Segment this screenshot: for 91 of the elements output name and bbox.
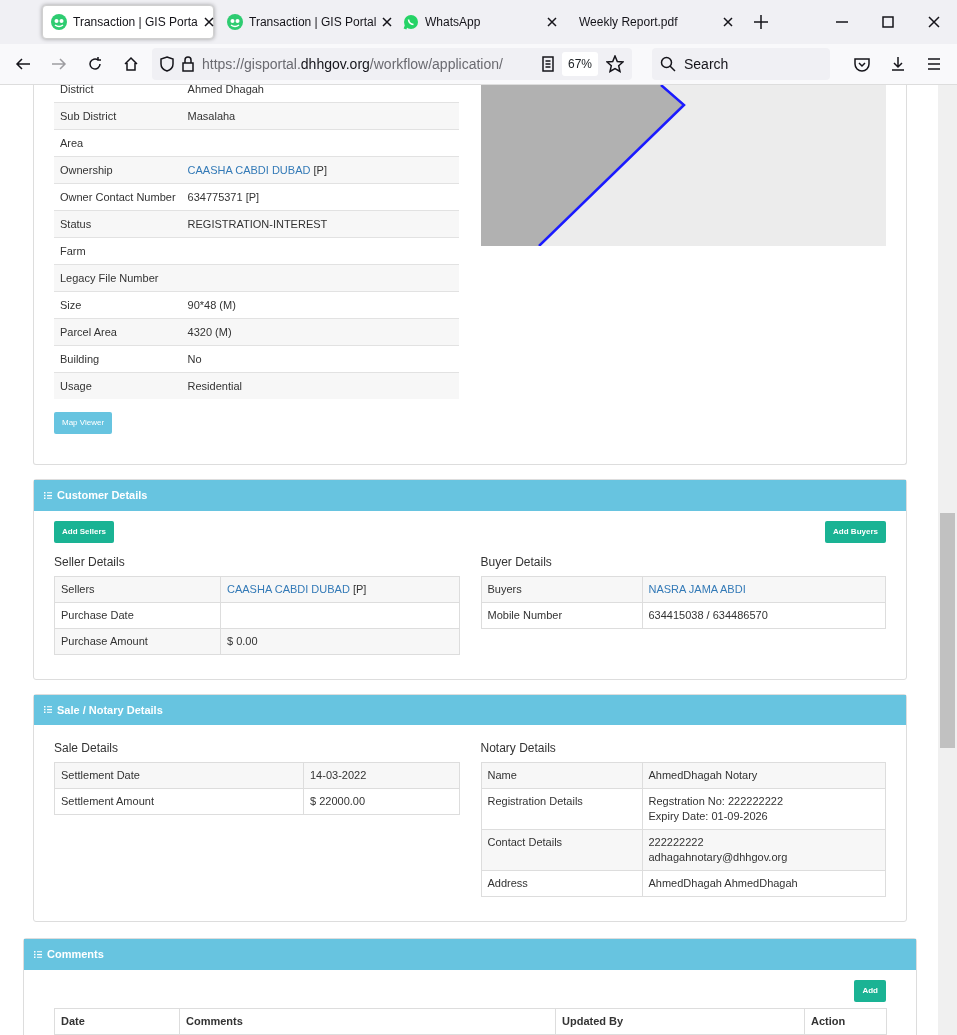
column-header: Action: [811, 1014, 846, 1027]
cell-text: Regstration No: 222222222: [648, 794, 785, 809]
download-icon[interactable]: [890, 56, 906, 72]
chat-icon: [403, 14, 419, 30]
logo-icon: [227, 14, 243, 30]
cell-label: Name: [487, 769, 517, 781]
close-icon[interactable]: [928, 16, 940, 28]
cell-label: Owner Contact Number: [60, 191, 176, 203]
cell-text: No: [187, 353, 202, 365]
column-header: Date: [61, 1014, 85, 1027]
back-icon[interactable]: [15, 56, 31, 72]
cell-label: Purchase Date: [61, 608, 134, 621]
cell-text: adhagahnotary@dhhgov.org: [648, 850, 789, 865]
close-icon[interactable]: [723, 17, 733, 27]
cell-label: Ownership: [60, 164, 113, 176]
maximize-icon[interactable]: [882, 16, 894, 28]
panel-title: Customer Details: [57, 488, 148, 503]
cell-label: Size: [60, 299, 82, 311]
cell-text: Masalaha: [187, 110, 236, 122]
cell-text: 4320 (M): [187, 326, 232, 338]
cell-label: Status: [60, 218, 92, 230]
zoom-level[interactable]: 67%: [561, 52, 598, 76]
search-icon: [660, 56, 676, 72]
cell-label: Address: [487, 877, 528, 889]
cell-label: Area: [60, 137, 84, 149]
cell-label: Registration Details: [487, 795, 583, 807]
cell-label: Sub District: [60, 110, 117, 122]
pocket-icon[interactable]: [854, 56, 870, 72]
search-field[interactable]: Search: [652, 48, 830, 80]
cell-text: Residential: [187, 380, 242, 392]
cell-text: [P]: [352, 582, 367, 595]
lock-icon: [182, 56, 194, 72]
panel-title: Sale / Notary Details: [57, 702, 163, 718]
browser-tab[interactable]: Transaction | GIS Portal: [218, 5, 390, 39]
reload-icon[interactable]: [87, 56, 103, 72]
cell-text: 90*48 (M): [187, 299, 236, 311]
home-icon[interactable]: [123, 56, 139, 72]
cell-text: AhmedDhagah Notary: [648, 768, 759, 783]
scrollbar-thumb[interactable]: [940, 513, 955, 748]
link[interactable]: CAASHA CABDI DUBAD: [227, 582, 350, 595]
cell-label: Sellers: [61, 582, 95, 595]
cell-label: Contact Details: [487, 836, 563, 848]
browser-tab[interactable]: Weekly Report.pdf: [570, 5, 742, 39]
close-icon[interactable]: [547, 17, 557, 27]
cell-text: 634415038 / 634486570: [648, 608, 768, 621]
section-heading: Sale Details: [54, 740, 120, 757]
cell-label: Buyers: [487, 582, 522, 595]
cell-label: Building: [60, 353, 100, 365]
url-text: https://gisportal.dhhgov.org/workflow/application/: [202, 54, 504, 74]
cell-label: Parcel Area: [60, 326, 117, 338]
cell-text: AhmedDhagah AhmedDhagah: [648, 876, 799, 891]
close-icon[interactable]: [203, 17, 214, 27]
browser-tab[interactable]: WhatsApp: [394, 5, 566, 39]
cell-text: 634775371 [P]: [187, 191, 260, 203]
cell-text: Expiry Date: 01-09-2026: [648, 809, 769, 824]
column-header: Updated By: [562, 1014, 624, 1027]
logo-icon: [51, 14, 67, 30]
panel-title: Comments: [47, 947, 104, 962]
cell-text: 14-03-2022: [310, 769, 367, 781]
cell-text: 222222222: [648, 835, 705, 850]
cell-label: District: [60, 85, 94, 95]
section-heading: Buyer Details: [480, 553, 553, 571]
address-bar[interactable]: https://gisportal.dhhgov.org/workflow/application/ 67%: [152, 48, 632, 80]
new-tab-icon[interactable]: [754, 15, 768, 29]
cell-text: [P]: [313, 164, 327, 176]
list-icon: [44, 491, 52, 499]
cell-label: Farm: [60, 245, 86, 257]
cell-label: Settlement Date: [61, 769, 140, 781]
cell-text: $ 22000.00: [310, 795, 366, 807]
column-header: Comments: [186, 1014, 243, 1027]
cell-label: Usage: [60, 380, 92, 392]
cell-label: Settlement Amount: [61, 795, 154, 807]
cell-text: $ 0.00: [227, 634, 258, 647]
link[interactable]: CAASHA CABDI DUBAD: [187, 164, 311, 176]
cell-label: Mobile Number: [487, 608, 563, 621]
menu-icon[interactable]: [926, 56, 942, 72]
star-icon[interactable]: [606, 55, 624, 73]
list-icon: [34, 950, 42, 958]
reader-icon[interactable]: [541, 56, 554, 72]
close-icon[interactable]: [382, 17, 393, 27]
browser-tab[interactable]: Transaction | GIS Porta: [42, 5, 214, 39]
scrollbar[interactable]: [938, 85, 957, 1035]
forward-icon[interactable]: [51, 56, 67, 72]
cell-label: Purchase Amount: [61, 634, 148, 647]
list-icon: [44, 706, 52, 714]
section-heading: Notary Details: [480, 740, 557, 757]
section-heading: Seller Details: [54, 553, 126, 571]
shield-icon: [160, 56, 174, 72]
cell-label: Legacy File Number: [60, 272, 159, 284]
cell-text: Ahmed Dhagah: [187, 85, 264, 95]
cell-text: REGISTRATION-INTEREST: [187, 218, 328, 230]
